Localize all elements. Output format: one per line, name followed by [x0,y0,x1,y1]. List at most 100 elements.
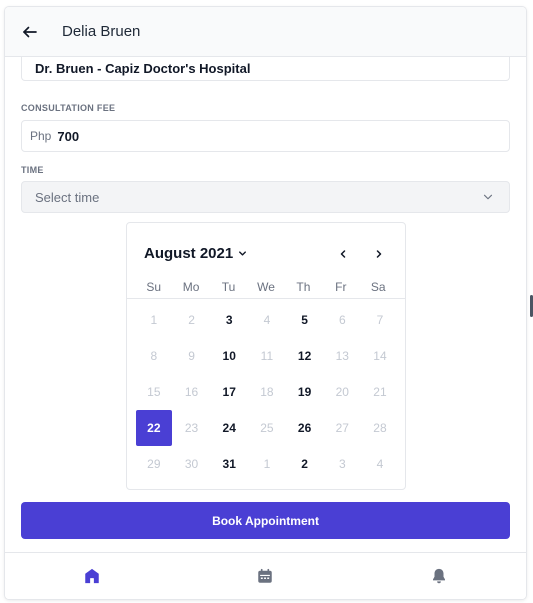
calendar-day[interactable]: 15 [135,374,173,410]
calendar-day[interactable]: 8 [135,338,173,374]
calendar-day[interactable]: 25 [248,410,286,446]
calendar-day-number: 17 [222,385,236,399]
calendar-day-number: 6 [338,313,346,327]
calendar-day-number: 1 [263,457,271,471]
calendar-day-number: 12 [297,349,312,363]
calendar-day-number: 13 [335,349,349,363]
calendar-day-number: 4 [263,313,271,327]
calendar-day[interactable]: 31 [210,446,248,482]
calendar-day[interactable]: 13 [323,338,361,374]
arrow-left-icon [23,26,37,37]
weekday-label: Th [296,280,311,294]
calendar-popup: August 2021 Su Mo Tu We Th Fr Sa 123456 [126,222,406,490]
month-label: August 2021 [144,245,234,262]
calendar-day-number: 10 [222,349,236,363]
home-icon [85,568,99,584]
calendar-day-number: 2 [188,313,195,327]
chevron-left-icon [340,250,346,258]
time-label: TIME [21,165,44,175]
calendar-day-number: 11 [260,349,274,363]
calendar-day[interactable]: 28 [361,410,399,446]
currency-prefix: Php [30,129,52,143]
back-button[interactable] [10,12,50,52]
calendar-day-number: 1 [150,313,158,327]
weekday-row: Su Mo Tu We Th Fr Sa [127,275,405,299]
calendar-day[interactable]: 9 [173,338,211,374]
weekday-label: Tu [221,280,236,294]
calendar-day-number: 23 [184,421,199,435]
next-month-button[interactable] [368,243,390,265]
calendar-day[interactable]: 14 [361,338,399,374]
weekday-label: Fr [335,280,347,294]
calendar-day[interactable]: 2 [286,446,324,482]
calendar-day[interactable]: 27 [323,410,361,446]
calendar-day[interactable]: 4 [248,302,286,338]
calendar-day-number: 5 [301,313,308,327]
calendar-day[interactable]: 24 [210,410,248,446]
calendar-day-number: 14 [373,349,387,363]
calendar-day[interactable]: 17 [210,374,248,410]
calendar-day[interactable]: 7 [361,302,399,338]
calendar-day-number: 4 [376,457,384,471]
calendar-day-number: 22 [135,410,172,446]
calendar-day[interactable]: 21 [361,374,399,410]
nav-home[interactable] [77,561,107,591]
calendar-day-selected[interactable]: 22 [135,410,173,446]
bell-icon [433,568,446,584]
time-select[interactable]: Select time [21,181,510,213]
hospital-field[interactable]: Dr. Bruen - Capiz Doctor's Hospital [21,57,510,81]
calendar-day[interactable]: 1 [135,302,173,338]
weekday-label: Sa [370,280,386,294]
weekday-label: We [257,280,275,294]
calendar-day-number: 7 [376,313,384,327]
calendar-day-number: 21 [373,385,387,399]
weekday-label: Mo [182,280,200,294]
calendar-day-number: 26 [297,421,312,435]
calendar-day[interactable]: 23 [173,410,211,446]
calendar-day[interactable]: 16 [173,374,211,410]
calendar-day[interactable]: 20 [323,374,361,410]
calendar-day-number: 19 [297,385,312,399]
consultation-fee-label: CONSULTATION FEE [21,103,116,113]
calendar-day[interactable]: 26 [286,410,324,446]
weekday-label: Su [146,280,162,294]
nav-appointments[interactable] [250,561,280,591]
chevron-down-icon [483,194,493,200]
calendar-day[interactable]: 4 [361,446,399,482]
previous-month-button[interactable] [332,243,354,265]
calendar-day-number: 30 [184,457,199,471]
calendar-day-number: 2 [301,457,308,471]
calendar-day-number: 16 [184,385,199,399]
calendar-day-number: 15 [147,385,161,399]
calendar-day-number: 9 [188,349,195,363]
calendar-day[interactable]: 29 [135,446,173,482]
calendar-day-number: 8 [150,349,158,363]
calendar-day-number: 20 [335,385,349,399]
calendar-day-number: 31 [222,457,236,471]
calendar-day-number: 25 [260,421,274,435]
calendar-day-grid: 1 2 3 4 5 6 7 8 9 10 11 12 13 14 15 16 17 18 19 20 21 22 23 24 2… [135,302,399,482]
calendar-day[interactable]: 2 [173,302,211,338]
calendar-day[interactable]: 1 [248,446,286,482]
calendar-day-number: 27 [335,421,349,435]
app-frame: Delia Bruen Dr. Bruen - Capiz Doctor's H… [5,7,526,599]
time-select-placeholder: Select time [35,189,100,205]
calendar-day[interactable]: 10 [210,338,248,374]
page-title: Delia Bruen [62,23,141,40]
calendar-day[interactable]: 6 [323,302,361,338]
calendar-day[interactable]: 19 [286,374,324,410]
calendar-day-number: 18 [260,385,274,399]
calendar-day[interactable]: 12 [286,338,324,374]
calendar-day[interactable]: 30 [173,446,211,482]
calendar-day[interactable]: 3 [210,302,248,338]
consultation-fee-field[interactable]: Php 700 [21,120,510,152]
nav-notifications[interactable] [424,561,454,591]
calendar-day[interactable]: 18 [248,374,286,410]
month-select-button[interactable]: August 2021 [144,245,248,262]
calendar-day[interactable]: 11 [248,338,286,374]
consultation-fee-value: 700 [57,128,80,144]
book-appointment-button[interactable]: Book Appointment [21,502,510,539]
bottom-nav [5,552,526,599]
calendar-day[interactable]: 5 [286,302,324,338]
calendar-day[interactable]: 3 [323,446,361,482]
